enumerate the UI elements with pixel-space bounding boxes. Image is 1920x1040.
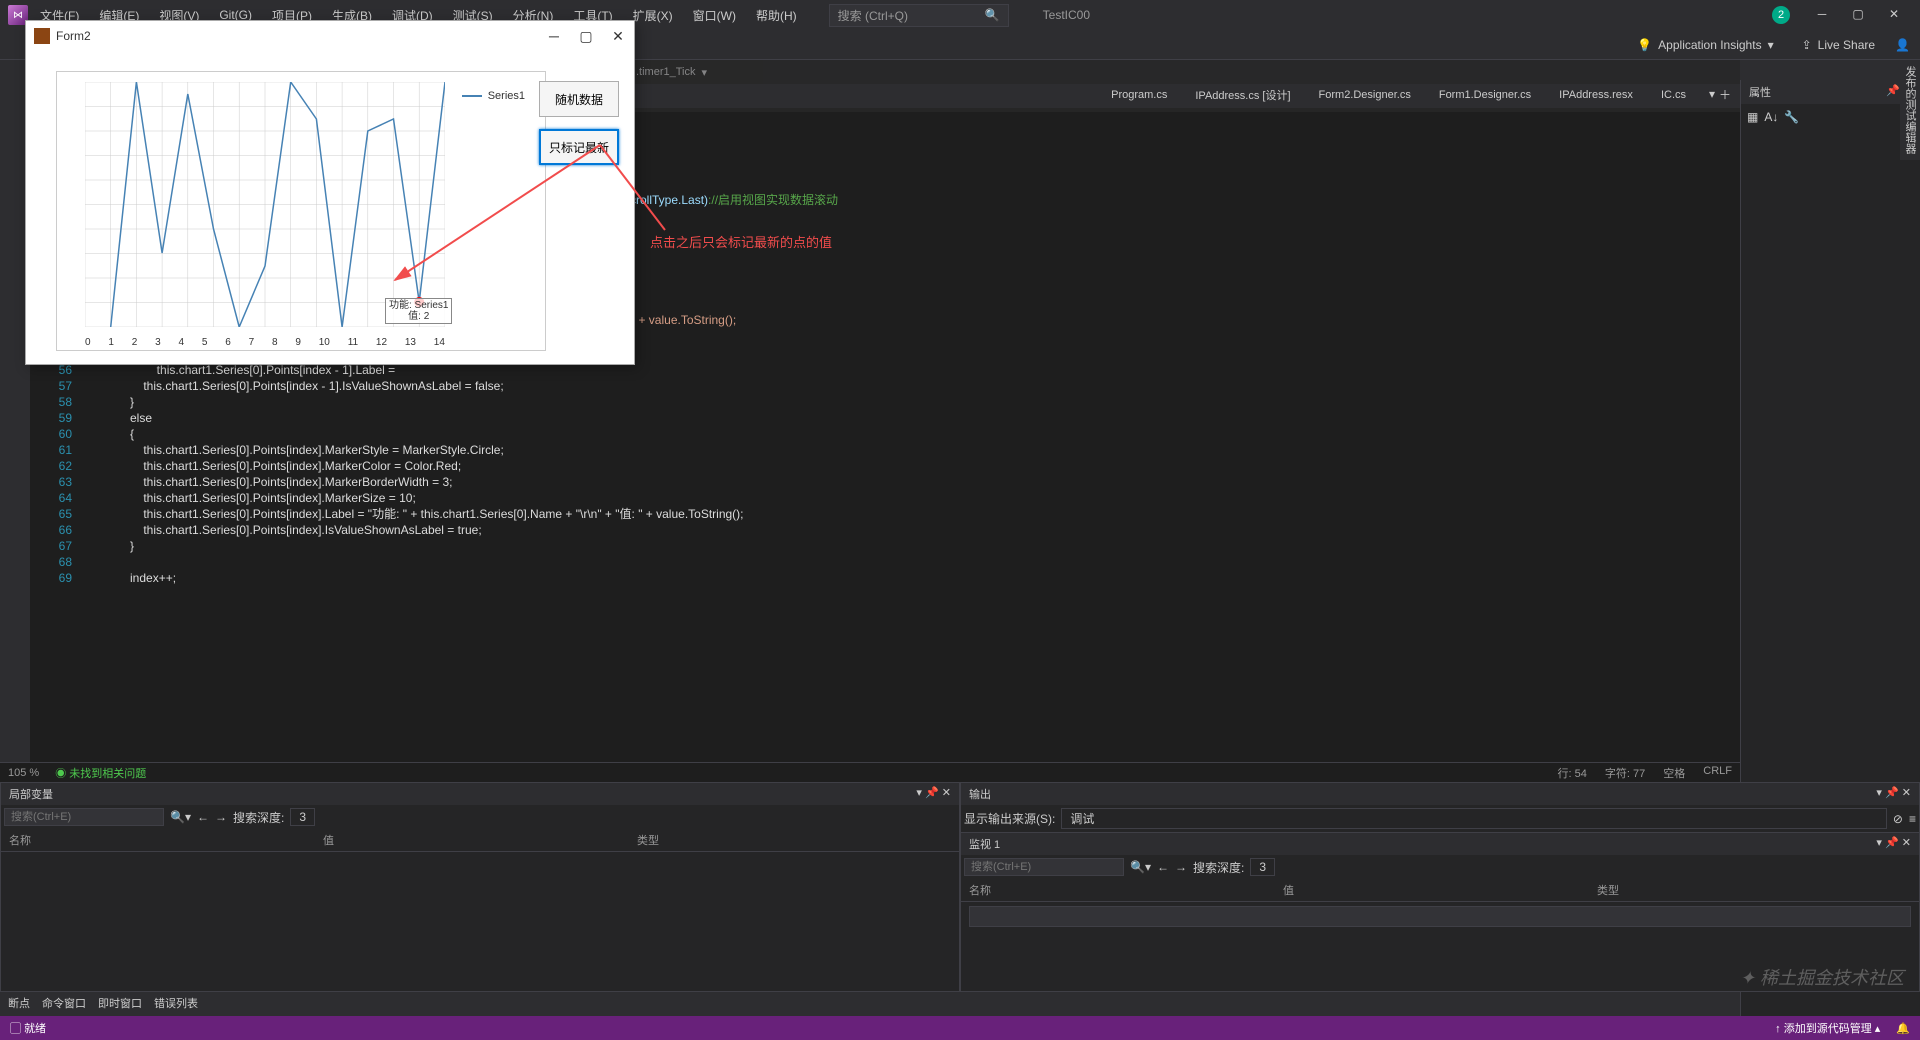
locals-search[interactable] [4,808,164,826]
tab-errorlist[interactable]: 错误列表 [154,995,198,1011]
chart-plot [85,82,445,327]
nav-fwd-icon[interactable]: → [1175,860,1187,874]
minimize-icon[interactable]: ─ [1814,7,1830,23]
tab-ipaddress-design[interactable]: IPAddress.cs [设计] [1181,80,1304,108]
properties-title: 属性 [1749,84,1771,100]
tab-ic[interactable]: IC.cs [1647,80,1700,108]
locals-panel: 局部变量 ▾ 📌 ✕ 🔍▾ ← → 搜索深度: 3 名称 值 类型 [0,782,960,992]
col-indicator: 字符: 77 [1605,765,1645,781]
vertical-tab[interactable]: 发布的测试编辑器 [1900,60,1920,160]
output-title: 输出 [969,786,991,802]
close-icon[interactable]: ✕ [1902,787,1911,799]
bottom-tab-strip: 断点 命令窗口 即时窗口 错误列表 [0,992,206,1014]
tab-command[interactable]: 命令窗口 [42,995,86,1011]
search-placeholder: 搜索 (Ctrl+Q) [838,7,908,24]
random-data-button[interactable]: 随机数据 [539,81,619,117]
tab-dropdown-icon[interactable]: ▾ [1709,87,1715,101]
close-icon[interactable]: ✕ [942,787,951,799]
watch-title: 监视 1 [969,836,1000,852]
watermark: ✦ 稀土掘金技术社区 [1740,964,1904,990]
tab-ipaddress-resx[interactable]: IPAddress.resx [1545,80,1647,108]
tab-add-icon[interactable]: ＋ [1719,86,1731,103]
point-tooltip: 功能: Series1值: 2 [385,298,452,324]
chart: 01234567891011121314 Series1 功能: Series1… [56,71,546,351]
source-control[interactable]: ↑ 添加到源代码管理 ▴ [1775,1020,1880,1036]
code-block: this.chart1.Series[0].Points[index - 1].… [90,362,744,586]
close-icon[interactable]: ✕ [1902,837,1911,849]
mark-latest-button[interactable]: 只标记最新 [539,129,619,165]
eol-indicator: CRLF [1703,765,1732,781]
alpha-icon[interactable]: A↓ [1764,110,1778,124]
status-bar: ▢ 就绪 ↑ 添加到源代码管理 ▴ 🔔 [0,1016,1920,1040]
share-icon: ⇪ [1802,38,1812,52]
dropdown-icon[interactable]: ▾ [916,787,922,799]
tab-program[interactable]: Program.cs [1097,80,1181,108]
form2-close-icon[interactable]: ✕ [610,28,626,45]
locals-title: 局部变量 [9,786,53,802]
form-icon [34,28,50,44]
window-controls: ─ ▢ ✕ [1814,7,1902,23]
notifications-icon[interactable]: 🔔 [1896,1022,1910,1035]
clear-icon[interactable]: ⊘ [1893,812,1903,826]
notification-badge[interactable]: 2 [1772,6,1790,24]
app-insights-button[interactable]: 💡 Application Insights ▾ [1637,38,1773,52]
depth-value[interactable]: 3 [290,808,315,826]
pin-icon[interactable]: 📌 [1885,787,1899,799]
output-watch-panel: 输出 ▾ 📌 ✕ 显示输出来源(S): 调试 ⊘ ≡ 监视 1 ▾ 📌 ✕ 🔍▾… [960,782,1920,992]
menu-window[interactable]: 窗口(W) [685,3,744,28]
editor-statusbar: 105 % ◉ 未找到相关问题 行: 54 字符: 77 空格 CRLF [0,762,1740,782]
bottom-panels: 局部变量 ▾ 📌 ✕ 🔍▾ ← → 搜索深度: 3 名称 值 类型 输出 ▾ 📌… [0,782,1920,992]
pin-icon[interactable]: 📌 [1885,837,1899,849]
feedback-icon[interactable]: 👤 [1895,38,1910,52]
categorize-icon[interactable]: ▦ [1747,110,1758,124]
watch-add-row[interactable] [969,906,1911,927]
nav-back-icon[interactable]: ← [1157,860,1169,874]
line-indicator: 行: 54 [1558,765,1587,781]
form2-window: Form2 ─ ▢ ✕ 01234567891011121314 Series1… [25,20,635,365]
search-icon[interactable]: 🔍▾ [1130,860,1151,874]
form2-title-text: Form2 [56,29,91,43]
tab-form2-designer[interactable]: Form2.Designer.cs [1305,80,1425,108]
nav-fwd-icon[interactable]: → [215,810,227,824]
close-icon[interactable]: ✕ [1886,7,1902,23]
search-icon[interactable]: 🔍▾ [170,810,191,824]
annotation-text: 点击之后只会标记最新的点的值 [650,232,832,251]
indent-indicator: 空格 [1663,765,1685,781]
search-icon: 🔍 [985,8,1000,22]
form2-maximize-icon[interactable]: ▢ [578,28,594,45]
wrap-icon[interactable]: ≡ [1909,812,1916,826]
dropdown-icon[interactable]: ▾ [1876,787,1882,799]
pin-icon[interactable]: 📌 [925,787,939,799]
lightbulb-icon: 💡 [1637,38,1652,52]
global-search[interactable]: 搜索 (Ctrl+Q) 🔍 [829,4,1009,27]
status-ready: ▢ 就绪 [10,1020,46,1036]
tab-form1-designer[interactable]: Form1.Designer.cs [1425,80,1545,108]
solution-name[interactable]: TestIC00 [1043,8,1090,22]
issues-indicator[interactable]: ◉ 未找到相关问题 [55,765,146,781]
form2-minimize-icon[interactable]: ─ [546,28,562,45]
form2-titlebar[interactable]: Form2 ─ ▢ ✕ [26,21,634,51]
live-share-button[interactable]: ⇪ Live Share [1802,38,1875,52]
dropdown-icon[interactable]: ▾ [1876,837,1882,849]
menu-help[interactable]: 帮助(H) [748,3,805,28]
chart-legend: Series1 [462,90,525,102]
watch-search[interactable] [964,858,1124,876]
output-source-select[interactable]: 调试 [1061,808,1887,829]
watch-depth[interactable]: 3 [1250,858,1275,876]
maximize-icon[interactable]: ▢ [1850,7,1866,23]
wrench-icon[interactable]: 🔧 [1784,110,1799,124]
tab-breakpoints[interactable]: 断点 [8,995,30,1011]
pin-icon[interactable]: 📌 [1886,85,1900,97]
tab-immediate[interactable]: 即时窗口 [98,995,142,1011]
zoom-level[interactable]: 105 % [8,767,39,779]
nav-back-icon[interactable]: ← [197,810,209,824]
